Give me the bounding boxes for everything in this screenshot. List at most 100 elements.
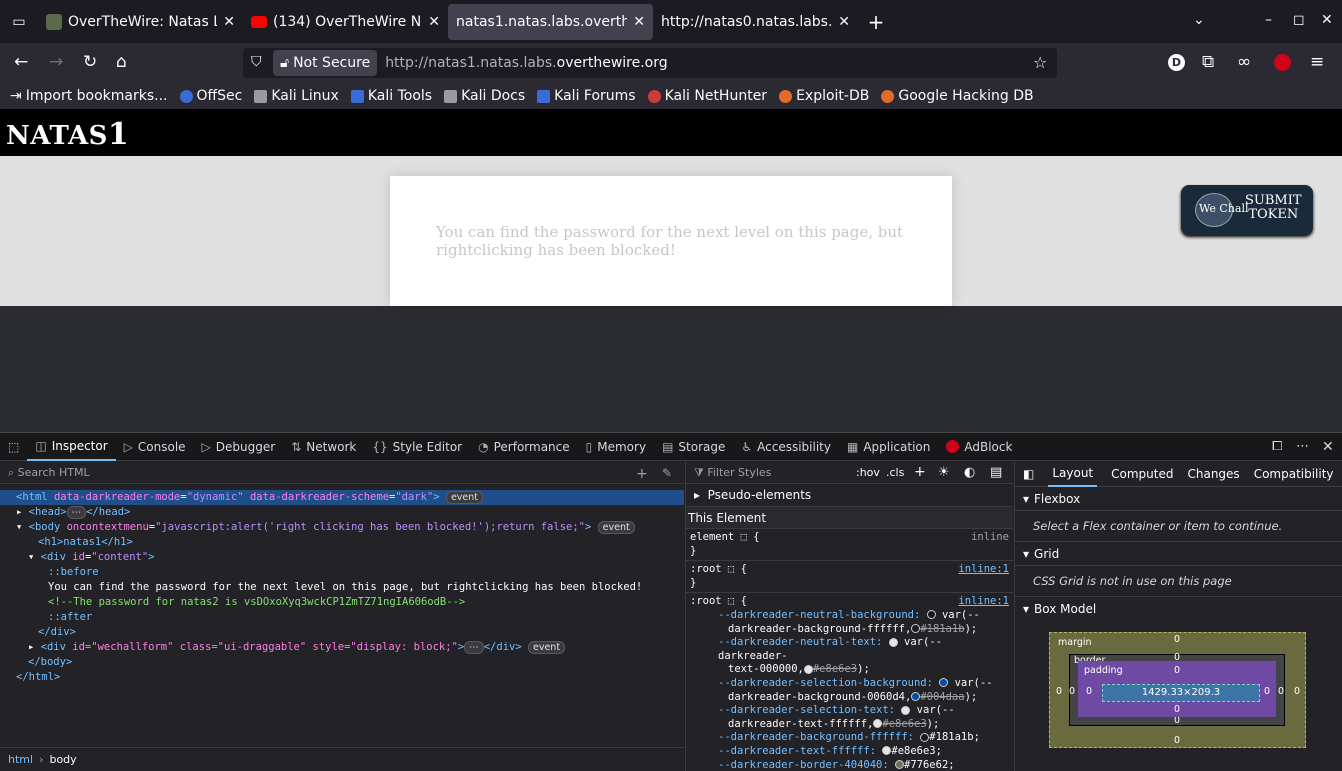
declaration[interactable]: --darkreader-selection-background: var(-… (690, 677, 1009, 704)
tree-node-div-close[interactable]: </div> (0, 625, 684, 640)
padding-left-value[interactable]: 0 (1086, 686, 1092, 697)
tab-natas0[interactable]: http://natas0.natas.labs.overt ✕ (653, 4, 858, 40)
rule-root-2[interactable]: inline:1 :root ⬚ { --darkreader-neutral-… (686, 593, 1013, 771)
rule-source-link[interactable]: inline:1 (958, 563, 1009, 577)
border-right-value[interactable]: 0 (1278, 686, 1284, 697)
expand-icon[interactable]: ▸ (28, 641, 41, 653)
forward-icon[interactable]: → (49, 52, 63, 72)
flexbox-section-header[interactable]: ▾Flexbox (1015, 487, 1342, 511)
expand-icon[interactable]: ▸ (16, 506, 29, 518)
sidebar-toggle-icon[interactable]: ◧ (1023, 467, 1034, 481)
tab-natas-level[interactable]: OverTheWire: Natas Level ✕ (38, 4, 243, 40)
back-icon[interactable]: ← (14, 52, 28, 72)
close-tab-icon[interactable]: ✕ (633, 14, 645, 30)
margin-top-value[interactable]: 0 (1174, 634, 1180, 645)
tree-node-html[interactable]: <html data-darkreader-mode="dynamic" dat… (0, 490, 684, 505)
tab-inspector[interactable]: ◫Inspector (27, 433, 115, 461)
close-window-icon[interactable]: ✕ (1321, 12, 1333, 28)
home-icon[interactable]: ⌂ (116, 52, 127, 72)
event-badge[interactable]: event (446, 491, 483, 504)
breadcrumb-item[interactable]: body (49, 753, 76, 766)
bookmark-star-icon[interactable]: ☆ (1033, 53, 1047, 72)
close-tab-icon[interactable]: ✕ (428, 14, 440, 30)
bookmark-item[interactable]: Kali Docs (444, 88, 525, 104)
declaration[interactable]: --darkreader-background-ffffff: #181a1b; (690, 731, 1009, 745)
tab-memory[interactable]: ▯Memory (578, 433, 654, 461)
search-html-input[interactable]: ⌕ Search HTML + ✎ (0, 462, 684, 484)
color-swatch[interactable] (911, 692, 920, 701)
tab-adblock[interactable]: AdBlock (938, 433, 1020, 461)
tree-node-h1[interactable]: <h1>natas1</h1> (0, 535, 684, 550)
padding-right-value[interactable]: 0 (1264, 686, 1270, 697)
tab-compatibility[interactable]: Compatibility (1254, 467, 1334, 481)
tab-natas1[interactable]: natas1.natas.labs.overthewire ✕ (448, 4, 653, 40)
tree-node-div-content[interactable]: ▾ <div id="content"> (0, 550, 684, 565)
tab-changes[interactable]: Changes (1187, 467, 1239, 481)
declaration[interactable]: --darkreader-neutral-text: var(--darkrea… (690, 636, 1009, 677)
foxyproxy-icon[interactable]: ∞ (1237, 52, 1251, 72)
margin-right-value[interactable]: 0 (1294, 686, 1300, 697)
reload-icon[interactable]: ↻ (83, 52, 97, 72)
color-swatch[interactable] (804, 665, 813, 674)
shield-icon[interactable]: ⛉ (251, 54, 262, 70)
bookmark-item[interactable]: Kali NetHunter (648, 88, 767, 104)
breadcrumb-item[interactable]: html (8, 753, 33, 766)
chevron-down-icon[interactable]: ⌄ (1193, 12, 1205, 28)
add-rule-icon[interactable]: + (914, 464, 926, 480)
submit-token-button[interactable]: We Chall SUBMIT TOKEN (1181, 185, 1313, 235)
bookmark-item[interactable]: Kali Linux (254, 88, 338, 104)
url-text[interactable]: http://natas1.natas.labs.overthewire.org (385, 55, 667, 71)
tree-node-head[interactable]: ▸ <head>⋯</head> (0, 505, 684, 520)
not-secure-badge[interactable]: 🔓︎ Not Secure (273, 50, 377, 76)
pseudo-elements-toggle[interactable]: ▸ Pseudo-elements (686, 484, 1013, 507)
padding-bottom-value[interactable]: 0 (1174, 704, 1180, 715)
tab-accessibility[interactable]: ♿︎Accessibility (733, 433, 839, 461)
eyedropper-icon[interactable]: ✎ (662, 466, 672, 480)
collapse-icon[interactable]: ▾ (16, 521, 29, 533)
dark-mode-icon[interactable]: ◐ (964, 465, 975, 480)
cls-toggle[interactable]: .cls (886, 466, 904, 479)
light-mode-icon[interactable]: ☀ (938, 465, 950, 480)
bookmark-item[interactable]: OffSec (180, 88, 243, 104)
tab-console[interactable]: ▷Console (116, 433, 194, 461)
tree-node-html-close[interactable]: </html> (0, 670, 684, 685)
declaration[interactable]: --darkreader-text-ffffff: #e8e6e3; (690, 745, 1009, 759)
print-media-icon[interactable]: ▤ (990, 465, 1002, 480)
tab-application[interactable]: ▦Application (839, 433, 938, 461)
rule-root-1[interactable]: inline:1 :root ⬚ {} (686, 561, 1013, 593)
color-swatch[interactable] (939, 678, 948, 687)
extensions-icon[interactable]: ⧉ (1202, 52, 1214, 72)
tree-node-before[interactable]: ::before (0, 565, 684, 580)
menu-icon[interactable]: ≡ (1310, 52, 1324, 72)
account-icon[interactable]: D (1168, 54, 1185, 71)
rule-element[interactable]: inline element ⬚ {} (686, 529, 1013, 561)
border-left-value[interactable]: 0 (1069, 686, 1075, 697)
tab-layout[interactable]: Layout (1048, 462, 1097, 487)
tab-style-editor[interactable]: {}Style Editor (364, 433, 470, 461)
color-swatch[interactable] (889, 638, 898, 647)
tree-node-text[interactable]: You can find the password for the next l… (0, 580, 684, 595)
close-tab-icon[interactable]: ✕ (838, 14, 850, 30)
collapse-icon[interactable]: ▾ (28, 551, 41, 563)
color-swatch[interactable] (901, 706, 910, 715)
collapsed-ellipsis[interactable]: ⋯ (464, 641, 484, 654)
close-devtools-icon[interactable]: ✕ (1322, 439, 1334, 455)
declaration[interactable]: --darkreader-neutral-background: var(--d… (690, 609, 1009, 636)
bookmark-item[interactable]: ⇥Import bookmarks... (10, 88, 168, 104)
box-model-border[interactable]: border 0 0 0 0 padding 0 0 0 0 1429.33×2… (1069, 654, 1285, 726)
tree-node-after[interactable]: ::after (0, 610, 684, 625)
color-swatch[interactable] (920, 733, 929, 742)
box-model-section-header[interactable]: ▾Box Model (1015, 597, 1342, 621)
element-picker-icon[interactable]: ⬚ (0, 433, 27, 461)
box-model-content-size[interactable]: 1429.33×209.3 (1102, 684, 1260, 702)
color-swatch[interactable] (895, 760, 904, 769)
more-options-icon[interactable]: ⋯ (1296, 439, 1309, 454)
padding-top-value[interactable]: 0 (1174, 665, 1180, 676)
color-swatch[interactable] (911, 624, 920, 633)
tree-node-comment[interactable]: <!--The password for natas2 is vsDOxoXyq… (0, 595, 684, 610)
filter-styles-input[interactable]: ⧩ Filter Styles :hov .cls + ☀ ◐ ▤ (686, 462, 1013, 484)
responsive-design-icon[interactable]: ⧠ (1272, 439, 1282, 454)
tree-node-body-close[interactable]: </body> (0, 655, 684, 670)
declaration[interactable]: --darkreader-selection-text: var(--darkr… (690, 704, 1009, 731)
tab-storage[interactable]: ▤Storage (654, 433, 733, 461)
